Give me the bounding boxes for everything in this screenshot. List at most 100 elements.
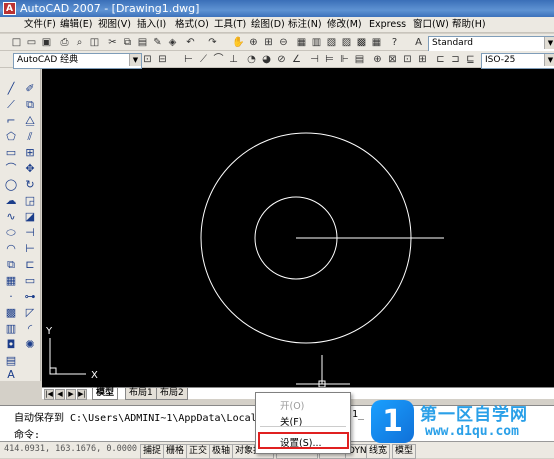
spline-icon[interactable]: ∿ <box>4 210 18 224</box>
model-toggle[interactable]: 模型 <box>392 444 417 459</box>
polygon-icon[interactable]: ⬠ <box>4 130 18 144</box>
dim-update-icon[interactable]: ⊞ <box>416 53 429 66</box>
tab-model[interactable]: 模型 <box>92 388 119 400</box>
polar-toggle[interactable]: 极轴 <box>209 444 234 459</box>
paste-icon[interactable]: ▤ <box>136 36 149 49</box>
radius-icon[interactable]: ◔ <box>245 53 258 66</box>
mirror-icon[interactable]: ⧋ <box>23 114 37 128</box>
dim-override-icon[interactable]: ⊑ <box>464 53 477 66</box>
preview-icon[interactable]: ⌕ <box>73 36 86 49</box>
offset-icon[interactable]: ⫽ <box>23 130 37 144</box>
dim-edit-icon[interactable]: ⊠ <box>386 53 399 66</box>
scale-icon[interactable]: ◲ <box>23 194 37 208</box>
redo-icon[interactable]: ↷ <box>206 36 219 49</box>
sheet-set-icon[interactable]: ▨ <box>340 36 353 49</box>
arc-icon[interactable]: ⌒ <box>4 162 18 176</box>
rotate-icon[interactable]: ↻ <box>23 178 37 192</box>
ordinate-icon[interactable]: ⊥ <box>227 53 240 66</box>
undo-icon[interactable]: ↶ <box>184 36 197 49</box>
markup-icon[interactable]: ▩ <box>355 36 368 49</box>
properties-icon[interactable]: ▦ <box>295 36 308 49</box>
region-icon[interactable]: ◘ <box>4 338 18 352</box>
next-tab-arrow-icon[interactable]: ▶ <box>66 389 76 400</box>
menu-edit[interactable]: 编辑(E) <box>60 18 92 32</box>
break-icon[interactable]: ▭ <box>23 274 37 288</box>
circle-icon[interactable]: ◯ <box>4 178 18 192</box>
drawing-area[interactable]: Y X <box>42 68 554 387</box>
menu-draw[interactable]: 绘图(D) <box>251 18 285 32</box>
menu-window[interactable]: 窗口(W) <box>413 18 449 32</box>
linear-dimension-icon[interactable]: ⊢ <box>182 53 195 66</box>
dim-style-manager-icon[interactable]: ⊏ <box>434 53 447 66</box>
jogged-icon[interactable]: ◕ <box>260 53 273 66</box>
print-icon[interactable]: ⎙ <box>58 36 71 49</box>
gradient-icon[interactable]: ▥ <box>4 322 18 336</box>
multiline-text-icon[interactable]: A <box>4 368 18 382</box>
array-icon[interactable]: ⊞ <box>23 146 37 160</box>
menu-view[interactable]: 视图(V) <box>98 18 131 32</box>
construction-line-icon[interactable]: ⟋ <box>4 98 18 112</box>
angular-icon[interactable]: ∠ <box>290 53 303 66</box>
break-at-point-icon[interactable]: ⊏ <box>23 258 37 272</box>
tolerance-icon[interactable]: ▤ <box>353 53 366 66</box>
menu-file[interactable]: 文件(F) <box>24 18 56 32</box>
ellipse-icon[interactable]: ⬭ <box>4 226 18 240</box>
fillet-icon[interactable]: ◜ <box>23 322 37 336</box>
stretch-icon[interactable]: ◪ <box>23 210 37 224</box>
calculator-icon[interactable]: ▦ <box>370 36 383 49</box>
menu-modify[interactable]: 修改(M) <box>327 18 362 32</box>
text-style-dropdown[interactable]: Standard ▼ <box>428 36 554 52</box>
zoom-realtime-icon[interactable]: ⊕ <box>247 36 260 49</box>
menu-insert[interactable]: 插入(I) <box>137 18 166 32</box>
erase-icon[interactable]: ✐ <box>23 82 37 96</box>
menu-format[interactable]: 格式(O) <box>175 18 209 32</box>
last-tab-arrow-icon[interactable]: ▶| <box>77 389 87 400</box>
diameter-icon[interactable]: ⊘ <box>275 53 288 66</box>
rectangle-icon[interactable]: ▭ <box>4 146 18 160</box>
prev-tab-arrow-icon[interactable]: ◀ <box>55 389 65 400</box>
trim-icon[interactable]: ⊣ <box>23 226 37 240</box>
line-icon[interactable]: ╱ <box>4 82 18 96</box>
dim-text-edit-icon[interactable]: ⊡ <box>401 53 414 66</box>
polyline-icon[interactable]: ⌐ <box>4 114 18 128</box>
move-icon[interactable]: ✥ <box>23 162 37 176</box>
center-mark-icon[interactable]: ⊕ <box>371 53 384 66</box>
new-icon[interactable]: □ <box>10 36 23 49</box>
first-tab-arrow-icon[interactable]: |◀ <box>44 389 54 400</box>
quick-dimension-icon[interactable]: ⊣ <box>308 53 321 66</box>
arc-length-icon[interactable]: ⌒ <box>212 53 225 66</box>
cut-icon[interactable]: ✂ <box>106 36 119 49</box>
ellipse-arc-icon[interactable]: ◠ <box>4 242 18 256</box>
command-prompt[interactable]: 命令: <box>14 426 40 441</box>
menu-help[interactable]: 帮助(H) <box>452 18 486 32</box>
coordinates-readout[interactable]: 414.0931, 163.1676, 0.0000 <box>4 444 137 454</box>
workspace-settings-icon[interactable]: ⊡ <box>141 53 154 66</box>
workspace-save-icon[interactable]: ⊟ <box>156 53 169 66</box>
hatch-icon[interactable]: ▩ <box>4 306 18 320</box>
design-center-icon[interactable]: ▥ <box>310 36 323 49</box>
baseline-icon[interactable]: ⊨ <box>323 53 336 66</box>
grid-toggle[interactable]: 栅格 <box>163 444 188 459</box>
extend-icon[interactable]: ⊢ <box>23 242 37 256</box>
menu-item-on[interactable]: 开(O) <box>280 398 304 412</box>
chamfer-icon[interactable]: ◸ <box>23 306 37 320</box>
help-icon[interactable]: ? <box>388 36 401 49</box>
match-properties-icon[interactable]: ✎ <box>151 36 164 49</box>
workspace-dropdown[interactable]: AutoCAD 经典 ▼ <box>13 53 142 69</box>
autocad-app-icon[interactable]: A <box>3 2 16 15</box>
publish-icon[interactable]: ◫ <box>88 36 101 49</box>
join-icon[interactable]: ⊶ <box>23 290 37 304</box>
menu-dimension[interactable]: 标注(N) <box>288 18 322 32</box>
tab-layout1[interactable]: 布局1 <box>125 388 157 400</box>
pan-icon[interactable]: ✋ <box>232 36 245 49</box>
zoom-previous-icon[interactable]: ⊖ <box>277 36 290 49</box>
dim-style-dropdown[interactable]: ISO-25 ▼ <box>481 53 554 69</box>
tool-palettes-icon[interactable]: ▧ <box>325 36 338 49</box>
insert-block-icon[interactable]: ⧉ <box>4 258 18 272</box>
revision-cloud-icon[interactable]: ☁ <box>4 194 18 208</box>
lineweight-toggle[interactable]: 线宽 <box>366 444 391 459</box>
menu-tools[interactable]: 工具(T) <box>214 18 246 32</box>
point-icon[interactable]: · <box>4 290 18 304</box>
explode-icon[interactable]: ✺ <box>23 338 37 352</box>
zoom-window-icon[interactable]: ⊞ <box>262 36 275 49</box>
